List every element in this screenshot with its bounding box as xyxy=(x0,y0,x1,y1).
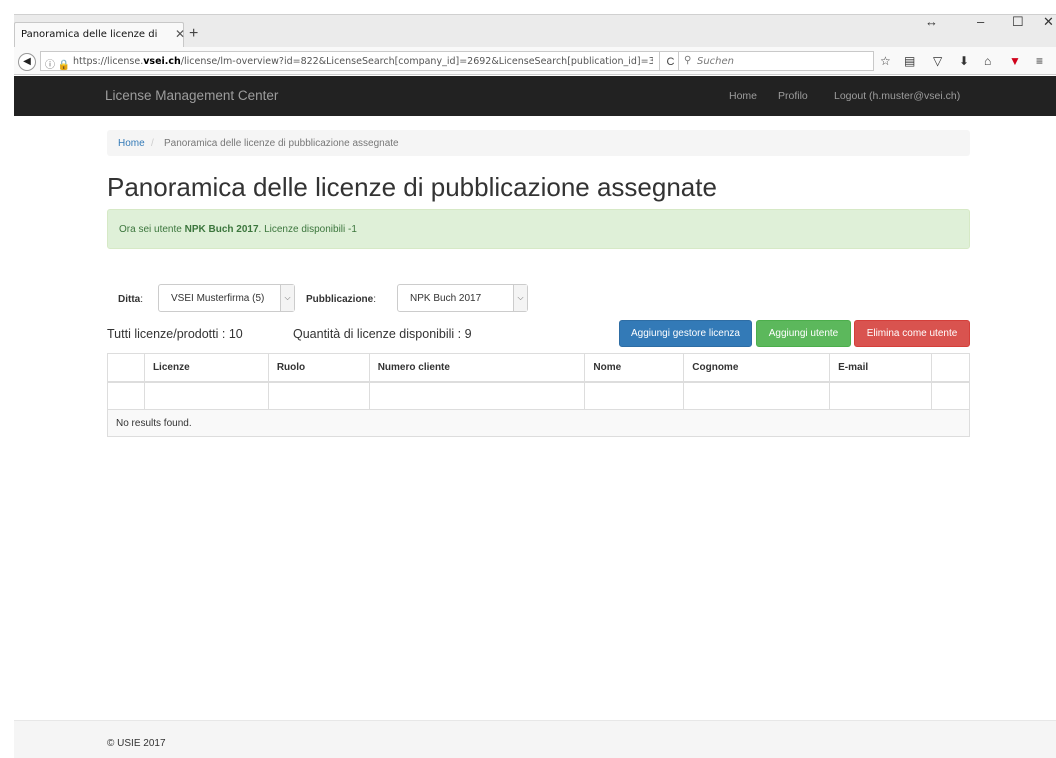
column-header-select xyxy=(107,353,145,383)
remove-user-button[interactable]: Elimina come utente xyxy=(854,320,970,347)
window-minimize-icon[interactable]: – xyxy=(977,14,984,29)
publication-select[interactable]: NPK Buch 2017 ⌵ xyxy=(397,284,528,312)
empty-message: No results found. xyxy=(107,409,970,437)
filter-input-email[interactable] xyxy=(829,381,932,410)
column-header-first-name[interactable]: Nome xyxy=(584,353,685,383)
tab-title: Panoramica delle licenze di pu... xyxy=(21,29,161,40)
download-icon[interactable]: ⬇ xyxy=(959,54,969,68)
new-tab-icon[interactable]: + xyxy=(189,26,198,42)
nav-home-link[interactable]: Home xyxy=(729,90,757,102)
footer-copyright: © USIE 2017 xyxy=(107,738,166,749)
shield-icon[interactable]: ▼ xyxy=(1009,54,1021,68)
total-licenses-text: Tutti licenze/prodotti : 10 xyxy=(107,327,243,341)
reading-list-icon[interactable]: ▤ xyxy=(904,54,915,68)
bookmark-star-icon[interactable]: ☆ xyxy=(880,54,891,68)
brand-link[interactable]: License Management Center xyxy=(105,88,278,103)
search-placeholder: Suchen xyxy=(697,56,735,67)
home-icon[interactable]: ⌂ xyxy=(984,54,991,68)
column-header-actions xyxy=(930,353,971,383)
app-navbar: License Management Center Home Profilo L… xyxy=(14,76,1056,116)
column-header-role[interactable]: Ruolo xyxy=(267,353,370,383)
chevron-down-icon: ⌵ xyxy=(513,285,527,311)
search-icon: ⚲ xyxy=(684,55,692,66)
nav-profile-link[interactable]: Profilo xyxy=(778,90,808,102)
licenses-table: Licenze Ruolo Numero cliente Nome Cognom… xyxy=(107,353,971,437)
page-footer: © USIE 2017 xyxy=(14,720,1056,758)
alert-text: Ora sei utente NPK Buch 2017. Licenze di… xyxy=(119,224,357,235)
column-header-customer-number[interactable]: Numero cliente xyxy=(368,353,586,383)
filter-input-last-name[interactable] xyxy=(683,381,831,410)
back-icon[interactable]: ◀ xyxy=(18,53,36,71)
lock-icon: ⓘ 🔒 xyxy=(45,60,71,71)
browser-search-input[interactable]: ⚲ Suchen xyxy=(678,51,874,71)
filter-cell-select xyxy=(107,381,145,410)
add-user-button[interactable]: Aggiungi utente xyxy=(756,320,851,347)
table-row: No results found. xyxy=(107,409,970,437)
column-header-last-name[interactable]: Cognome xyxy=(683,353,831,383)
url-bar[interactable]: ⓘ 🔒 https://license.vsei.ch/license/lm-o… xyxy=(40,51,660,71)
browser-toolbar: ◀ ⓘ 🔒 https://license.vsei.ch/license/lm… xyxy=(14,47,1056,75)
url-text: https://license.vsei.ch/license/lm-overv… xyxy=(73,56,653,67)
nav-logout-link[interactable]: Logout (h.muster@vsei.ch) xyxy=(834,90,960,102)
column-header-licenses[interactable]: Licenze xyxy=(143,353,269,383)
filter-input-licenses[interactable] xyxy=(143,381,269,410)
company-select[interactable]: VSEI Musterfirma (5) ⌵ xyxy=(158,284,295,312)
chevron-down-icon: ⌵ xyxy=(280,285,294,311)
success-alert: Ora sei utente NPK Buch 2017. Licenze di… xyxy=(107,209,970,249)
breadcrumb-home-link[interactable]: Home xyxy=(118,138,145,149)
breadcrumb-separator: / xyxy=(151,138,154,149)
table-header-row: Licenze Ruolo Numero cliente Nome Cognom… xyxy=(107,353,971,383)
breadcrumb-current: Panoramica delle licenze di pubblicazion… xyxy=(164,138,399,149)
column-header-email[interactable]: E-mail xyxy=(829,353,932,383)
filter-input-customer-number[interactable] xyxy=(368,381,586,410)
filter-input-role[interactable] xyxy=(267,381,370,410)
window-close-icon[interactable]: ✕ xyxy=(1043,14,1054,30)
tab-close-icon[interactable]: ✕ xyxy=(175,27,185,41)
browser-tab[interactable]: Panoramica delle licenze di pu... ✕ xyxy=(14,22,185,47)
table-filter-row xyxy=(107,381,971,410)
add-license-manager-button[interactable]: Aggiungi gestore licenza xyxy=(619,320,752,347)
company-select-value: VSEI Musterfirma (5) xyxy=(171,293,265,304)
window-resize-icon[interactable]: ↔ xyxy=(925,14,938,29)
publication-select-value: NPK Buch 2017 xyxy=(410,293,482,304)
window-maximize-icon[interactable]: ☐ xyxy=(1012,14,1024,30)
company-label: Ditta: xyxy=(118,294,144,305)
browser-tab-bar: Panoramica delle licenze di pu... ✕ + ↔ … xyxy=(0,0,1056,47)
available-licenses-text: Quantità di licenze disponibili : 9 xyxy=(293,327,472,341)
menu-icon[interactable]: ≡ xyxy=(1036,54,1043,68)
page-title: Panoramica delle licenze di pubblicazion… xyxy=(107,172,717,202)
filter-cell-actions xyxy=(930,381,971,410)
filter-input-first-name[interactable] xyxy=(584,381,685,410)
breadcrumb: Home / Panoramica delle licenze di pubbl… xyxy=(107,130,970,156)
publication-label: Pubblicazione: xyxy=(306,294,377,305)
pocket-icon[interactable]: ▽ xyxy=(933,54,942,68)
